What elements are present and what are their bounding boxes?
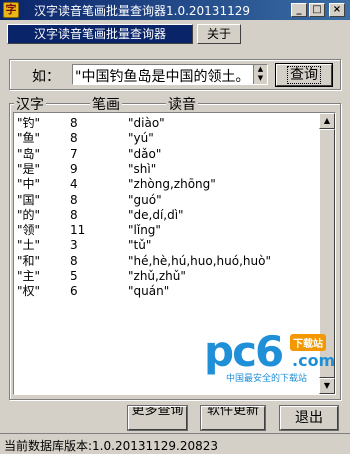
spin-arrows-icon[interactable]: ▲ ▼ [253, 65, 267, 84]
status-bar: 当前数据库版本:1.0.20131129.20823 [0, 433, 350, 454]
result-stroke-count: 8 [70, 207, 78, 222]
software-update-label: 软件更新 [206, 406, 259, 418]
maximize-button[interactable]: □ [309, 3, 325, 17]
watermark-brand: pc6 [204, 327, 284, 376]
result-stroke-count: 6 [70, 284, 78, 299]
result-stroke-count: 8 [70, 131, 78, 146]
result-char: "钓" [17, 116, 41, 130]
result-pronunciation: "dǎo" [128, 146, 162, 161]
column-header-stroke: 笔画 [90, 94, 122, 114]
software-update-button[interactable]: 软件更新 [200, 405, 266, 431]
example-label: 如： [32, 69, 60, 85]
result-row[interactable]: "是" 9 "shì" [14, 162, 319, 177]
result-stroke-count: 8 [70, 253, 78, 268]
result-char: "中" [17, 177, 41, 192]
db-version-text: 当前数据库版本:1.0.20131129.20823 [4, 439, 219, 453]
result-pronunciation: "diào" [128, 116, 165, 130]
more-query-label: 更多查询 [131, 406, 184, 418]
watermark-badge: 下载站 [290, 334, 326, 351]
result-row[interactable]: "中" 4 "zhòng,zhōng" [14, 177, 319, 192]
result-row[interactable]: "的" 8 "de,dí,dì" [14, 208, 319, 223]
result-stroke-count: 5 [70, 269, 78, 283]
query-input[interactable]: "中国钓鱼岛是中国的领土。 [75, 66, 253, 84]
result-char: "和" [17, 253, 41, 268]
result-row[interactable]: "钓" 8 "diào" [14, 116, 319, 131]
window-title: 汉字读音笔画批量查询器1.0.20131129 [34, 4, 250, 18]
tab-about[interactable]: 关于 [197, 24, 241, 44]
result-row[interactable]: "主" 5 "zhǔ,zhǔ" [14, 269, 319, 284]
result-char: "的" [17, 207, 41, 222]
result-char: "鱼" [17, 131, 41, 146]
result-pronunciation: "hé,hè,hú,huo,huó,huò" [128, 253, 271, 268]
column-header-pron: 读音 [166, 94, 198, 114]
app-icon: 字 [3, 2, 19, 18]
result-pronunciation: "shì" [128, 161, 157, 176]
text-input-combo[interactable]: "中国钓鱼岛是中国的领土。 ▲ ▼ [72, 64, 268, 85]
result-row[interactable]: "鱼" 8 "yú" [14, 131, 319, 146]
result-stroke-count: 9 [70, 161, 78, 176]
result-pronunciation: "tǔ" [128, 238, 152, 253]
more-query-button[interactable]: 更多查询 [127, 405, 188, 431]
result-stroke-count: 8 [70, 116, 78, 130]
result-pronunciation: "guó" [128, 192, 162, 207]
result-pronunciation: "zhòng,zhōng" [128, 177, 216, 192]
result-pronunciation: "zhǔ,zhǔ" [128, 269, 186, 283]
minimize-button[interactable]: _ [291, 3, 307, 17]
result-char: "岛" [17, 146, 41, 161]
query-button[interactable]: 查询 [275, 63, 333, 87]
result-pronunciation: "quán" [128, 284, 170, 299]
column-header-char: 汉字 [14, 94, 46, 114]
result-char: "土" [17, 238, 41, 253]
close-button[interactable]: × [329, 3, 345, 17]
result-stroke-count: 7 [70, 146, 78, 161]
result-row[interactable]: "权" 6 "quán" [14, 284, 319, 299]
result-stroke-count: 3 [70, 238, 78, 253]
result-stroke-count: 11 [70, 223, 86, 238]
result-char: "是" [17, 161, 41, 176]
result-pronunciation: "de,dí,dì" [128, 207, 184, 222]
result-stroke-count: 4 [70, 177, 78, 192]
scroll-up-arrow-icon[interactable]: ▲ [319, 113, 335, 129]
result-char: "权" [17, 284, 41, 299]
result-stroke-count: 8 [70, 192, 78, 207]
result-pronunciation: "yú" [128, 131, 154, 146]
result-char: "主" [17, 269, 41, 283]
result-row[interactable]: "岛" 7 "dǎo" [14, 147, 319, 162]
exit-button[interactable]: 退出 [279, 405, 339, 431]
pc6-watermark-logo: pc6 下载站 .com 中国最安全的下载站 [204, 327, 336, 385]
result-row[interactable]: "领" 11 "lǐng" [14, 223, 319, 238]
result-char: "领" [17, 223, 41, 238]
result-row[interactable]: "土" 3 "tǔ" [14, 238, 319, 253]
result-row[interactable]: "国" 8 "guó" [14, 193, 319, 208]
result-pronunciation: "lǐng" [128, 223, 161, 238]
result-char: "国" [17, 192, 41, 207]
tab-main[interactable]: 汉字读音笔画批量查询器 [7, 24, 193, 44]
watermark-slogan: 中国最安全的下载站 [226, 374, 308, 384]
query-button-label: 查询 [287, 66, 321, 84]
title-bar: 字 汉字读音笔画批量查询器1.0.20131129 _ □ × [0, 0, 350, 20]
watermark-domain: .com [292, 351, 336, 370]
result-row[interactable]: "和" 8 "hé,hè,hú,huo,huó,huò" [14, 254, 319, 269]
